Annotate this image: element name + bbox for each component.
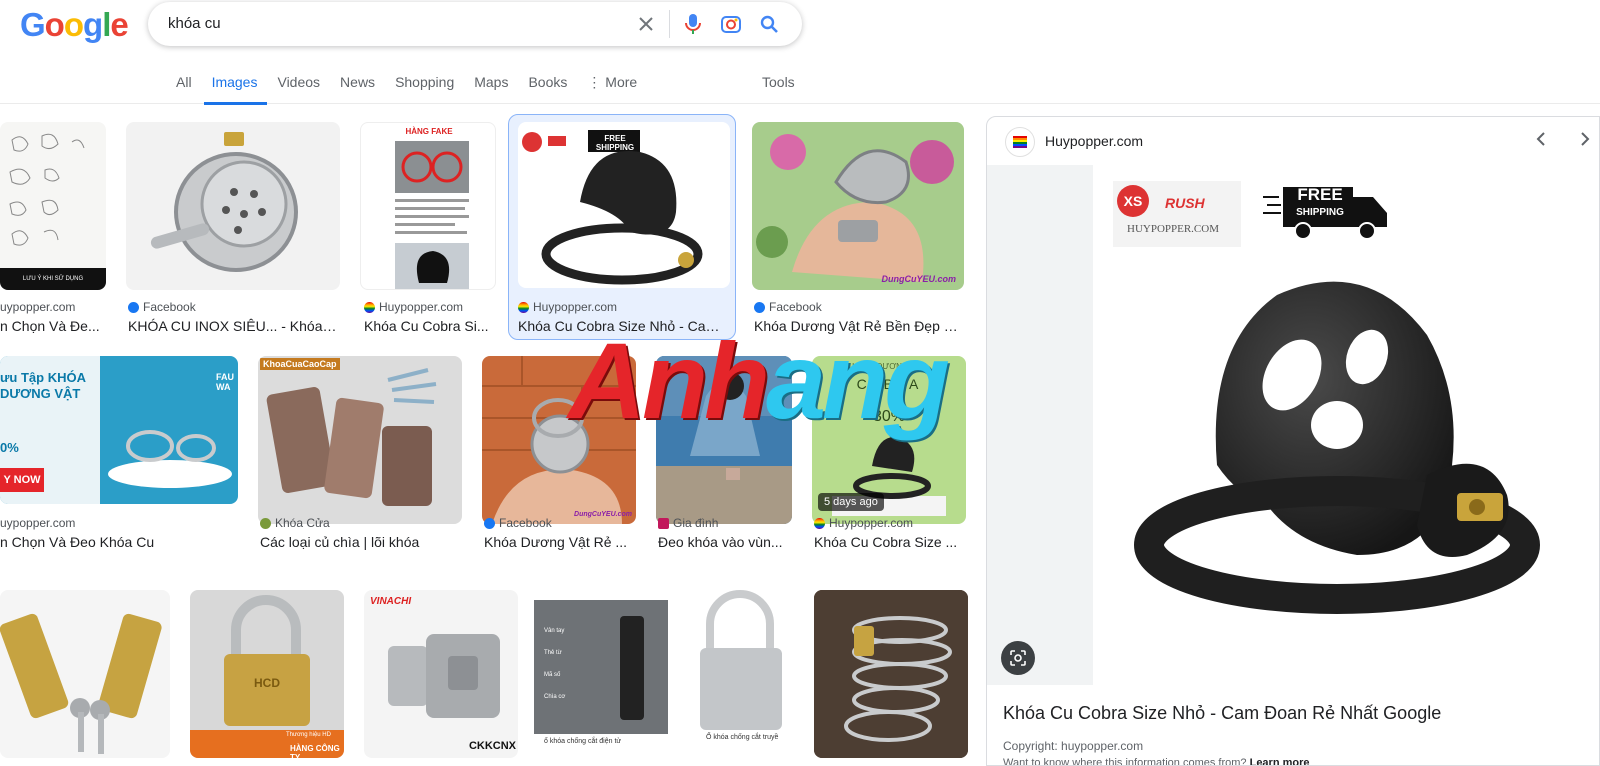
result-title[interactable]: Khóa Cu Cobra Size ... bbox=[814, 534, 962, 550]
facebook-icon bbox=[128, 301, 139, 313]
result-source[interactable]: Khóa Cửa bbox=[260, 516, 330, 530]
tools-button[interactable]: Tools bbox=[762, 74, 795, 90]
result-title[interactable]: Đeo khóa vào vùn... bbox=[658, 534, 788, 550]
info-source-text: Want to know where this information come… bbox=[1003, 757, 1310, 765]
result-thumbnail[interactable] bbox=[126, 122, 340, 290]
panel-header: Huypopper.com bbox=[987, 117, 1599, 165]
thumb-caption-text: CKKCNX bbox=[468, 740, 516, 752]
result-thumbnail[interactable]: KhoaCuaCaoCap bbox=[258, 356, 462, 524]
tab-videos[interactable]: Videos bbox=[277, 70, 330, 101]
microphone-icon[interactable] bbox=[674, 10, 712, 38]
result-thumbnail[interactable]: DungCuYEU.com bbox=[482, 356, 636, 524]
result-thumbnail[interactable]: HCD Thương hiệu HD HÀNG CÔNG TY bbox=[190, 590, 344, 758]
tab-news[interactable]: News bbox=[340, 70, 385, 101]
image-preview-panel: Huypopper.com XS RUSH HUYPOPPER.COM FREE… bbox=[986, 116, 1600, 766]
result-thumbnail[interactable] bbox=[814, 590, 968, 758]
result-title[interactable]: Khóa Dương Vật Rẻ ... bbox=[484, 534, 630, 550]
result-source[interactable]: uypopper.com bbox=[0, 300, 75, 314]
search-input[interactable]: khóa cu bbox=[168, 15, 221, 32]
search-box[interactable]: khóa cu bbox=[148, 2, 802, 46]
result-thumbnail[interactable]: LƯU Ý KHI SỬ DỤNG bbox=[0, 122, 106, 290]
result-title[interactable]: n Chọn Và Đeo Khóa Cu bbox=[0, 534, 236, 550]
key-icon bbox=[260, 517, 271, 529]
result-source[interactable]: uypopper.com bbox=[0, 516, 75, 530]
image-results-grid: LƯU Ý KHI SỬ DỤNG uypopper.com n Chọn Và… bbox=[0, 104, 975, 766]
rainbow-flag-icon bbox=[814, 517, 825, 529]
tab-books[interactable]: Books bbox=[528, 70, 577, 101]
tab-maps[interactable]: Maps bbox=[474, 70, 518, 101]
result-thumbnail[interactable]: HÀNG FAKE bbox=[360, 122, 496, 290]
tab-all[interactable]: All bbox=[176, 70, 202, 101]
result-source[interactable]: Huypopper.com bbox=[364, 300, 463, 314]
next-icon[interactable] bbox=[1579, 131, 1591, 152]
rainbow-flag-icon bbox=[364, 301, 375, 313]
thumb-caption-text: LƯU Ý KHI SỬ DỤNG bbox=[0, 268, 106, 290]
panel-copyright: Copyright: huypopper.com bbox=[1003, 739, 1144, 753]
thumb-caption-text: ổ khóa chống cắt điện tử bbox=[544, 738, 622, 745]
thumb-watermark-text: DungCuYEU.com bbox=[881, 274, 956, 284]
thumb-caption-text: HÀNG CÔNG TY bbox=[290, 744, 340, 758]
result-thumbnail[interactable]: Vân tay Thẻ từ Mã số Chìa cơ ổ khóa chống c… bbox=[534, 590, 796, 758]
result-thumbnail[interactable]: ưu Tập KHÓA DƯƠNG VẬT 0% Y NOW FAU WA bbox=[0, 356, 238, 504]
result-source[interactable]: Huypopper.com bbox=[814, 516, 913, 530]
thumb-caption-text: Thương hiệu HD bbox=[286, 732, 331, 738]
search-tabs: All Images Videos News Shopping Maps Boo… bbox=[176, 70, 657, 105]
facebook-icon bbox=[754, 301, 765, 313]
result-source[interactable]: Facebook bbox=[128, 300, 196, 314]
thumb-caption-text: FREE SHIPPING bbox=[595, 134, 635, 152]
learn-more-link[interactable]: Learn more bbox=[1250, 757, 1310, 765]
search-icon[interactable] bbox=[750, 10, 788, 38]
result-title[interactable]: Khóa Dương Vật Rẻ Bền Đẹp D... bbox=[754, 318, 964, 334]
thumb-caption-text: Ổ khóa chống cắt truyề bbox=[706, 734, 779, 741]
result-source[interactable]: Huypopper.com bbox=[518, 300, 617, 314]
result-source[interactable]: Facebook bbox=[754, 300, 822, 314]
panel-site-name[interactable]: Huypopper.com bbox=[1045, 133, 1143, 149]
rainbow-flag-icon bbox=[518, 301, 529, 313]
top-bar: Google khóa cu All Images Videos News Sh… bbox=[0, 0, 1600, 105]
facebook-icon bbox=[484, 517, 495, 529]
thumb-caption-text: HÀNG FAKE bbox=[405, 127, 453, 136]
previous-icon[interactable] bbox=[1535, 131, 1547, 152]
google-logo[interactable]: Google bbox=[20, 6, 129, 44]
result-thumbnail[interactable]: VINACHI CKKCNX bbox=[364, 590, 518, 758]
site-favicon[interactable] bbox=[1005, 127, 1035, 157]
site-icon bbox=[658, 517, 669, 529]
product-illustration bbox=[1134, 281, 1540, 614]
lens-camera-icon[interactable] bbox=[712, 10, 750, 38]
tab-images[interactable]: Images bbox=[203, 70, 268, 105]
thumb-caption-text: HCD bbox=[254, 676, 280, 690]
result-thumbnail[interactable]: DungCuYEU.com bbox=[752, 122, 964, 290]
result-thumbnail[interactable] bbox=[656, 356, 792, 524]
result-title[interactable]: Khóa Cu Cobra Size Nhỏ - Cam... bbox=[518, 318, 724, 334]
result-title[interactable]: KHÓA CU INOX SIÊU... - Khóa ... bbox=[128, 318, 338, 334]
result-thumbnail[interactable]: FREE SHIPPING bbox=[518, 122, 730, 288]
preview-image[interactable]: XS RUSH HUYPOPPER.COM FREE SHIPPING bbox=[987, 165, 1599, 685]
tab-more[interactable]: ⋮ More bbox=[587, 70, 647, 101]
tab-shopping[interactable]: Shopping bbox=[395, 70, 464, 101]
result-title[interactable]: n Chọn Và Đe... bbox=[0, 318, 106, 334]
result-title[interactable]: Các loại củ chìa | lõi khóa bbox=[260, 534, 460, 550]
thumb-watermark-text: DungCuYEU.com bbox=[574, 511, 632, 518]
age-badge: 5 days ago bbox=[818, 493, 884, 511]
visual-search-icon[interactable] bbox=[1001, 641, 1035, 675]
clear-icon[interactable] bbox=[627, 10, 665, 38]
result-source[interactable]: Gia đình bbox=[658, 516, 718, 530]
result-source[interactable]: Facebook bbox=[484, 516, 552, 530]
thumb-caption-text: KhoaCuaCaoCap bbox=[260, 358, 340, 370]
result-thumbnail[interactable] bbox=[0, 590, 170, 758]
result-title[interactable]: Khóa Cu Cobra Si... bbox=[364, 318, 492, 334]
divider bbox=[669, 10, 670, 38]
panel-title[interactable]: Khóa Cu Cobra Size Nhỏ - Cam Đoan Rẻ Nhấ… bbox=[1003, 703, 1441, 724]
